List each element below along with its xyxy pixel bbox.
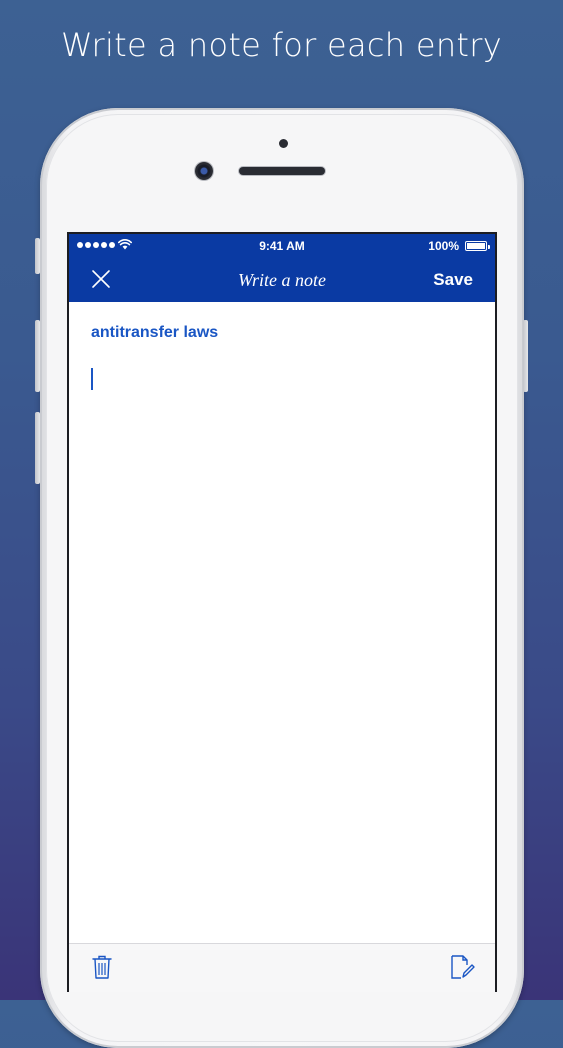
power-button — [523, 320, 528, 392]
bottom-toolbar — [69, 943, 495, 992]
battery-fill — [467, 243, 485, 249]
mute-switch — [35, 238, 40, 274]
battery-percentage: 100% — [428, 239, 459, 253]
battery-icon — [465, 241, 490, 251]
proximity-sensor — [279, 139, 288, 148]
entry-title: antitransfer laws — [91, 324, 219, 341]
compose-icon[interactable] — [449, 954, 475, 980]
headline: Write a note for each entry — [61, 26, 502, 64]
text-cursor — [91, 368, 93, 390]
phone-screen: 9:41 AM 100% Write a note Save antitrans… — [67, 232, 497, 992]
save-button[interactable]: Save — [433, 270, 473, 290]
trash-icon[interactable] — [91, 954, 113, 980]
earpiece-speaker — [239, 167, 325, 175]
page-title: Write a note — [238, 270, 326, 290]
front-camera — [195, 162, 213, 180]
note-input[interactable] — [91, 364, 471, 924]
navigation-bar: 9:41 AM 100% Write a note Save — [69, 234, 495, 302]
status-bar: 9:41 AM 100% — [69, 234, 495, 256]
volume-down-button — [35, 412, 40, 484]
volume-up-button — [35, 320, 40, 392]
